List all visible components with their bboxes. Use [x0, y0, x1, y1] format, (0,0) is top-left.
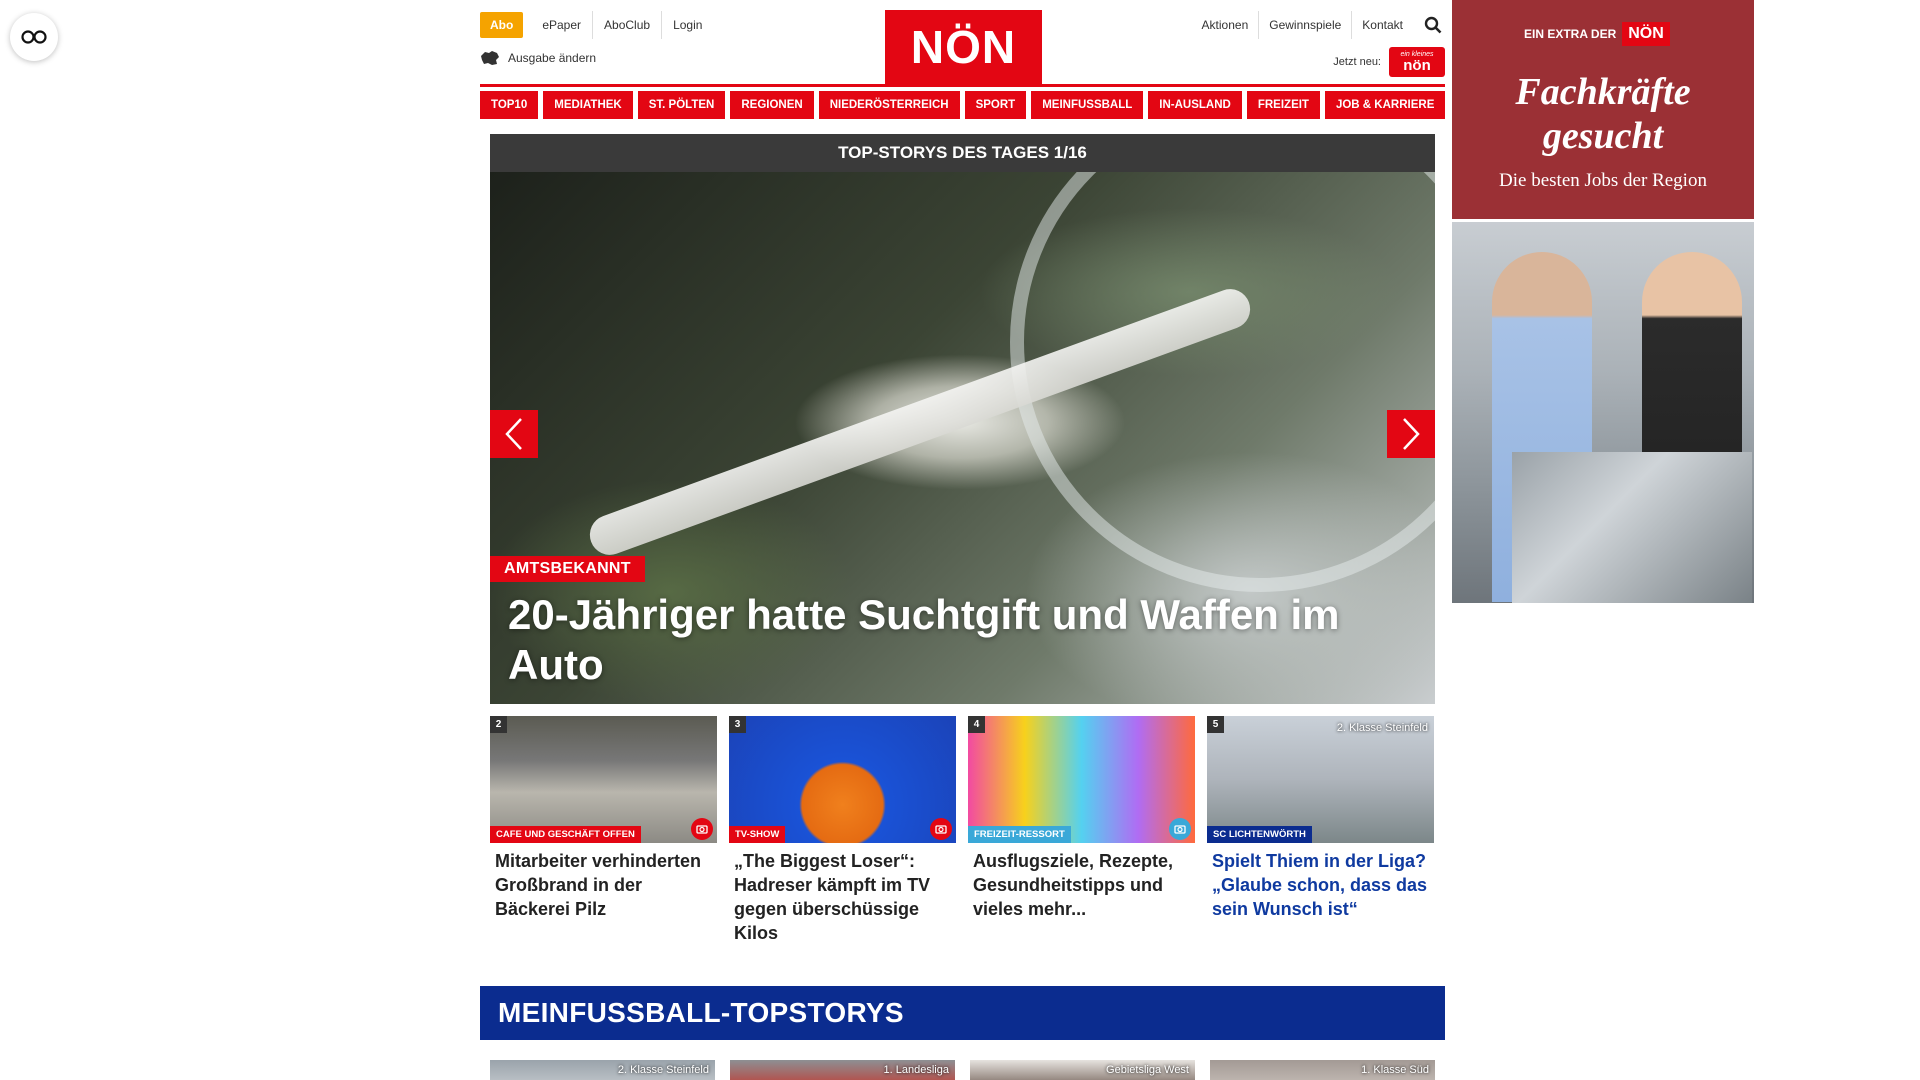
search-icon[interactable] [1421, 13, 1445, 37]
ad-machine [1512, 452, 1752, 603]
login-link[interactable]: Login [661, 11, 713, 39]
ad-extra-line: EIN EXTRA DER NÖN [1524, 22, 1670, 46]
teaser-card[interactable]: 5 2. Klasse Steinfeld SC LICHTENWÖRTH Sp… [1207, 716, 1434, 945]
noen-logo[interactable]: NÖN [885, 10, 1042, 84]
chevron-right-icon [1403, 418, 1420, 450]
ad-noen-logo: NÖN [1622, 22, 1670, 46]
main-nav: TOP10 MEDIATHEK ST. PÖLTEN REGIONEN NIED… [480, 91, 1446, 119]
teaser-tag: SC LICHTENWÖRTH [1207, 826, 1312, 843]
gewinnspiele-link[interactable]: Gewinnspiele [1258, 11, 1351, 39]
ad-extra-text: EIN EXTRA DER [1524, 27, 1617, 41]
nav-in-ausland[interactable]: IN-AUSLAND [1148, 91, 1242, 119]
epaper-link[interactable]: ePaper [531, 11, 592, 39]
slider-prev-button[interactable] [490, 410, 538, 458]
thumb-league: 1. Klasse Süd [1361, 1064, 1429, 1076]
header: Abo ePaper AboClub Login Ausgabe ändern … [480, 0, 1445, 87]
meinfussball-thumb[interactable]: 1. Landesliga [730, 1060, 955, 1080]
thumb-league: 1. Landesliga [883, 1064, 949, 1076]
page-wrapper: Abo ePaper AboClub Login Ausgabe ändern … [480, 0, 1446, 1080]
aboclub-link[interactable]: AboClub [592, 11, 661, 39]
slide-tag[interactable]: AMTSBEKANNT [490, 556, 645, 582]
kontakt-link[interactable]: Kontakt [1351, 11, 1413, 39]
teaser-tag: FREIZEIT-RESSORT [968, 826, 1071, 843]
teaser-title[interactable]: Ausflugsziele, Rezepte, Gesundheitstipps… [968, 843, 1195, 921]
camera-icon [930, 818, 952, 840]
teaser-number: 5 [1207, 716, 1224, 733]
ad-photo [1452, 222, 1754, 603]
ad-subline: Die besten Jobs der Region [1499, 170, 1707, 191]
slider-next-button[interactable] [1387, 410, 1435, 458]
slider-header: TOP-STORYS DES TAGES 1/16 [490, 134, 1435, 172]
ad-headline: Fachkräfte gesucht [1452, 70, 1754, 158]
teaser-number: 3 [729, 716, 746, 733]
nav-freizeit[interactable]: FREIZEIT [1246, 91, 1320, 119]
jetzt-neu: Jetzt neu: ein kleines nön [1333, 47, 1445, 77]
reader-mode-icon[interactable] [10, 13, 58, 61]
teaser-tag: CAFE UND GESCHÄFT OFFEN [490, 826, 641, 843]
nav-st-poelten[interactable]: ST. PÖLTEN [637, 91, 726, 119]
meinfussball-thumb[interactable]: 2. Klasse Steinfeld [490, 1060, 715, 1080]
teaser-tag: TV-SHOW [729, 826, 786, 843]
kleines-noen-logo[interactable]: ein kleines nön [1389, 47, 1445, 77]
camera-icon [691, 818, 713, 840]
nav-mediathek[interactable]: MEDIATHEK [543, 91, 633, 119]
header-left-links: Abo ePaper AboClub Login [480, 11, 713, 39]
aktionen-link[interactable]: Aktionen [1192, 11, 1259, 39]
teaser-row: 2 CAFE UND GESCHÄFT OFFEN Mitarbeiter ve… [490, 716, 1435, 945]
nav-niederoesterreich[interactable]: NIEDERÖSTERREICH [818, 91, 960, 119]
jetzt-neu-label: Jetzt neu: [1333, 56, 1381, 68]
teaser-image[interactable]: 2 CAFE UND GESCHÄFT OFFEN [490, 716, 717, 843]
teaser-number: 2 [490, 716, 507, 733]
teaser-number: 4 [968, 716, 985, 733]
meinfussball-thumb[interactable]: 1. Klasse Süd [1210, 1060, 1435, 1080]
meinfussball-thumb[interactable]: Gebietsliga West [970, 1060, 1195, 1080]
nav-meinfussball[interactable]: MEINFUSSBALL [1031, 91, 1144, 119]
teaser-image[interactable]: 5 2. Klasse Steinfeld SC LICHTENWÖRTH [1207, 716, 1434, 843]
thumb-league: Gebietsliga West [1106, 1064, 1189, 1076]
meinfussball-row: 2. Klasse Steinfeld 1. Landesliga Gebiet… [490, 1060, 1435, 1080]
teaser-card[interactable]: 2 CAFE UND GESCHÄFT OFFEN Mitarbeiter ve… [490, 716, 717, 945]
mini-logo-text: nön [1403, 57, 1431, 74]
meinfussball-header[interactable]: MEINFUSSBALL-TOPSTORYS [480, 986, 1445, 1040]
teaser-title[interactable]: „The Biggest Loser“: Hadreser kämpft im … [729, 843, 956, 945]
top-stories-slider: TOP-STORYS DES TAGES 1/16 AMTSBEKANNT 20… [490, 134, 1435, 704]
slide-title[interactable]: 20-Jähriger hatte Suchtgift und Waffen i… [508, 590, 1408, 690]
camera-icon [1169, 818, 1191, 840]
ad-headline-line1: Fachkräfte [1515, 71, 1691, 113]
ad-headline-area: EIN EXTRA DER NÖN Fachkräfte gesucht Die… [1452, 0, 1754, 219]
teaser-image[interactable]: 3 TV-SHOW [729, 716, 956, 843]
ausgabe-aendern-link[interactable]: Ausgabe ändern [480, 50, 596, 66]
slide-image[interactable]: AMTSBEKANNT 20-Jähriger hatte Suchtgift … [490, 172, 1435, 704]
abo-button[interactable]: Abo [480, 12, 524, 38]
header-right-links: Aktionen Gewinnspiele Kontakt [1184, 11, 1445, 39]
nav-regionen[interactable]: REGIONEN [730, 91, 814, 119]
job-ad-banner[interactable]: EIN EXTRA DER NÖN Fachkräfte gesucht Die… [1452, 0, 1754, 603]
chevron-left-icon [505, 418, 522, 450]
nav-job-karriere[interactable]: JOB & KARRIERE [1324, 91, 1446, 119]
teaser-league-overlay: 2. Klasse Steinfeld [1336, 722, 1428, 734]
thumb-league: 2. Klasse Steinfeld [617, 1064, 709, 1076]
ausgabe-label: Ausgabe ändern [508, 51, 597, 65]
ad-headline-line2: gesucht [1542, 115, 1664, 157]
teaser-title[interactable]: Spielt Thiem in der Liga? „Glaube schon,… [1207, 843, 1434, 921]
nav-sport[interactable]: SPORT [964, 91, 1027, 119]
teaser-image[interactable]: 4 FREIZEIT-RESSORT [968, 716, 1195, 843]
teaser-title[interactable]: Mitarbeiter verhinderten Großbrand in de… [490, 843, 717, 921]
teaser-card[interactable]: 4 FREIZEIT-RESSORT Ausflugsziele, Rezept… [968, 716, 1195, 945]
nav-top10[interactable]: TOP10 [480, 91, 539, 119]
header-divider [480, 84, 1445, 87]
teaser-card[interactable]: 3 TV-SHOW „The Biggest Loser“: Hadreser … [729, 716, 956, 945]
map-region-icon [481, 51, 499, 65]
